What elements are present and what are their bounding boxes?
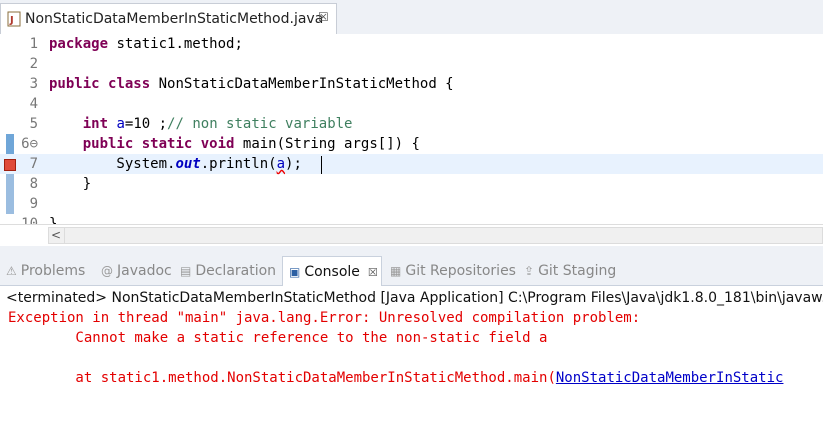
tab-javadoc[interactable]: @ Javadoc xyxy=(101,256,172,286)
code-token: main(String xyxy=(234,136,345,152)
code-text: } xyxy=(49,174,91,194)
code-token: a xyxy=(116,116,125,132)
line-number: 10 xyxy=(21,216,38,225)
svg-text:J: J xyxy=(9,15,14,26)
javadoc-icon: @ xyxy=(101,264,113,278)
stacktrace-link[interactable]: NonStaticDataMemberInStatic xyxy=(556,370,784,386)
code-line[interactable]: 8 } xyxy=(0,174,823,194)
code-editor[interactable]: 1 package static1.method; 2 3 public class N… xyxy=(0,34,823,225)
scroll-left-button[interactable]: < xyxy=(48,227,65,244)
line-number: 5 xyxy=(29,116,38,132)
line-number: 6⊖ xyxy=(21,136,38,152)
code-token: // non static variable xyxy=(167,116,353,132)
code-token: static xyxy=(141,136,193,152)
code-line[interactable]: 6⊖ public static void main(String args[]… xyxy=(0,134,823,154)
line-number: 1 xyxy=(29,36,38,52)
code-line[interactable]: 3 public class NonStaticDataMemberInStati… xyxy=(0,74,823,94)
code-token: package xyxy=(49,36,109,52)
line-number: 4 xyxy=(29,96,38,112)
line-number: 8 xyxy=(29,176,38,192)
java-file-icon: J xyxy=(7,11,21,27)
tab-git-repositories[interactable]: ▦ Git Repositories xyxy=(390,256,516,286)
code-line[interactable]: 5 int a=10 ;// non static variable xyxy=(0,114,823,134)
console-view[interactable]: <terminated> NonStaticDataMemberInStatic… xyxy=(0,286,823,432)
close-tab-icon[interactable]: ☒ xyxy=(318,10,329,24)
tab-console[interactable]: ▣ Console ☒ xyxy=(282,256,382,286)
tab-git-staging[interactable]: ⇪ Git Staging xyxy=(524,256,616,286)
code-token: public xyxy=(82,136,134,152)
code-line[interactable]: 7 System.out.println(a); xyxy=(0,154,823,174)
text-caret xyxy=(321,156,322,174)
tab-label: Declaration xyxy=(195,263,277,279)
error-marker-icon[interactable] xyxy=(4,159,16,171)
tab-label: Problems xyxy=(20,263,86,279)
console-status: <terminated> NonStaticDataMemberInStatic… xyxy=(6,290,823,306)
tab-declaration[interactable]: ▤ Declaration xyxy=(180,256,276,286)
declaration-icon: ▤ xyxy=(180,264,192,278)
code-token: } xyxy=(49,216,58,225)
tab-label: Git Repositories xyxy=(405,263,516,279)
tab-label: Javadoc xyxy=(117,263,172,279)
code-line[interactable]: 10} xyxy=(0,214,823,225)
panel-separator xyxy=(0,246,823,256)
code-token: class xyxy=(108,76,151,92)
code-token: NonStaticDataMemberInStaticMethod { xyxy=(150,76,454,92)
tab-label: Git Staging xyxy=(538,263,617,279)
code-token: System. xyxy=(49,156,176,172)
code-text: package static1.method; xyxy=(49,34,243,54)
close-view-icon[interactable]: ☒ xyxy=(368,266,378,279)
tab-label: Console xyxy=(304,264,360,280)
code-text: System.out.println(a); xyxy=(49,154,302,174)
code-token: static1.method; xyxy=(108,36,243,52)
code-token: .println( xyxy=(200,156,277,172)
line-number: 2 xyxy=(29,56,38,72)
stacktrace-text: at static1.method.NonStaticDataMemberInS… xyxy=(8,370,556,386)
code-token: void xyxy=(200,136,235,152)
code-token: public xyxy=(49,76,100,92)
tab-problems[interactable]: ⚠ Problems xyxy=(6,256,85,286)
editor-tab[interactable]: J NonStaticDataMemberInStaticMethod.java… xyxy=(0,3,337,34)
code-text: int a=10 ;// non static variable xyxy=(49,114,353,134)
code-line[interactable]: 4 xyxy=(0,94,823,114)
code-token: []) { xyxy=(377,136,420,152)
code-token: a xyxy=(276,156,286,172)
line-number: 9 xyxy=(29,196,38,212)
code-line[interactable]: 9 xyxy=(0,194,823,214)
code-token: int xyxy=(82,116,109,132)
code-line[interactable]: 1 package static1.method; xyxy=(0,34,823,54)
code-token: ); xyxy=(285,156,302,172)
code-line[interactable]: 2 xyxy=(0,54,823,74)
views-tab-bar: ⚠ Problems @ Javadoc ▤ Declaration ▣ Console ☒ ▦ G… xyxy=(0,256,823,286)
git-staging-icon: ⇪ xyxy=(524,264,535,278)
console-stacktrace-line: at static1.method.NonStaticDataMemberInS… xyxy=(8,368,783,388)
console-error-line: Cannot make a static reference to the no… xyxy=(8,330,548,346)
code-token: =10 ; xyxy=(124,116,168,132)
code-text: } xyxy=(49,214,58,225)
line-number: 3 xyxy=(29,76,38,92)
console-error-line: Exception in thread "main" java.lang.Err… xyxy=(8,310,649,326)
git-repositories-icon: ▦ xyxy=(390,264,402,278)
code-text: public class NonStaticDataMemberInStatic… xyxy=(49,74,454,94)
code-text: public static void main(String args[]) { xyxy=(49,134,420,154)
code-token: args xyxy=(344,136,378,152)
code-token: out xyxy=(175,156,201,172)
console-icon: ▣ xyxy=(289,265,301,279)
code-token: } xyxy=(49,176,92,192)
horizontal-scrollbar[interactable] xyxy=(48,227,823,244)
problems-icon: ⚠ xyxy=(6,264,17,278)
editor-tab-title: NonStaticDataMemberInStaticMethod.java xyxy=(25,11,324,27)
